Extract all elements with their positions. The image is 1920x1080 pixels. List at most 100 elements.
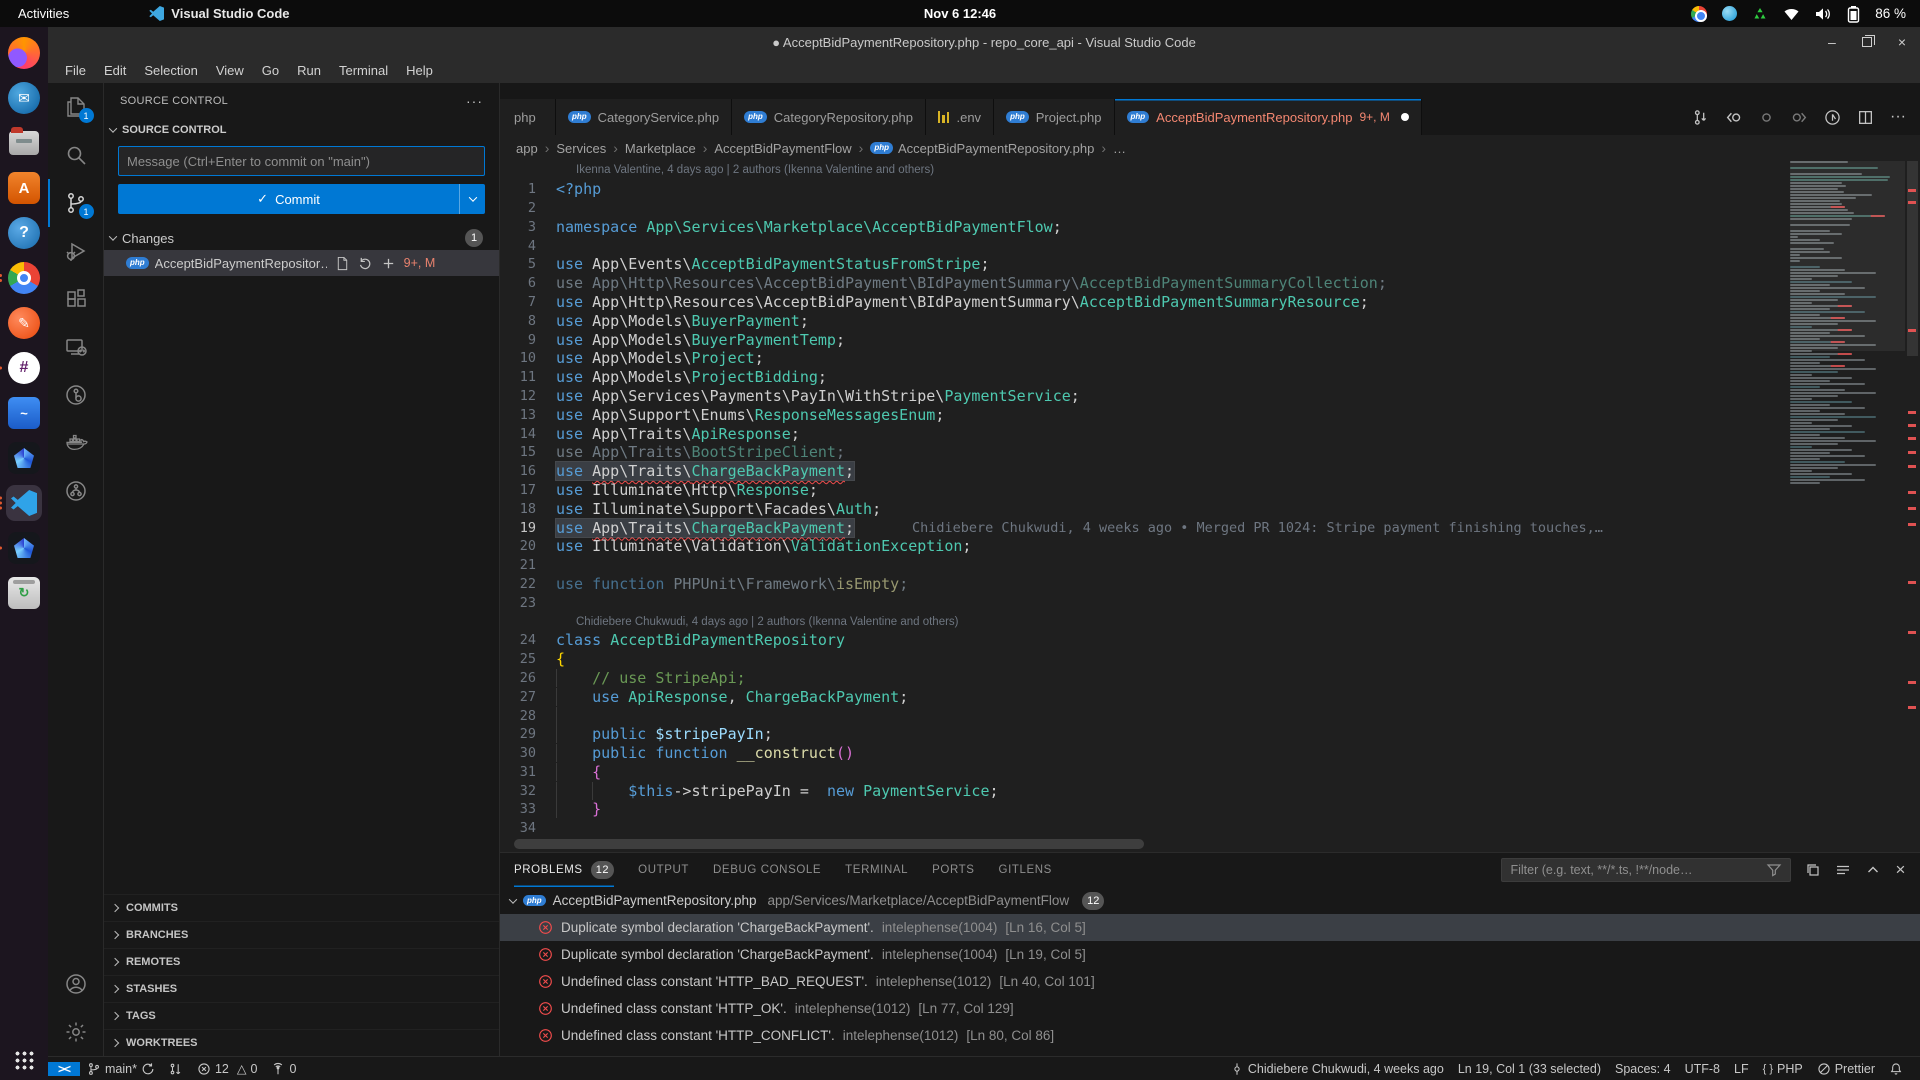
more-actions-icon[interactable]: ··· bbox=[1890, 108, 1906, 126]
panel-tab-gitlens[interactable]: GITLENS bbox=[999, 853, 1052, 887]
scm-section-worktrees[interactable]: WORKTREES bbox=[104, 1029, 499, 1056]
clock[interactable]: Nov 6 12:46 bbox=[924, 6, 996, 21]
menu-item-run[interactable]: Run bbox=[288, 60, 330, 81]
panel-tab-terminal[interactable]: TERMINAL bbox=[845, 853, 908, 887]
problem-row[interactable]: Undefined class constant 'HTTP_BAD_REQUE… bbox=[500, 968, 1920, 995]
menu-item-terminal[interactable]: Terminal bbox=[330, 60, 397, 81]
commit-button[interactable]: ✓ Commit bbox=[118, 184, 485, 214]
problem-row[interactable]: Undefined class constant 'HTTP_OK'.intel… bbox=[500, 995, 1920, 1022]
code-line-16[interactable]: 16use App\Traits\ChargeBackPayment; bbox=[500, 462, 1790, 481]
nav-back-icon[interactable] bbox=[1725, 109, 1742, 126]
code-line-21[interactable]: 21 bbox=[500, 556, 1790, 575]
code-line-34[interactable]: 34 bbox=[500, 819, 1790, 838]
ports-status-item[interactable]: 0 bbox=[264, 1062, 303, 1076]
scm-section-branches[interactable]: BRANCHES bbox=[104, 921, 499, 948]
breadcrumb-item[interactable]: … bbox=[1113, 141, 1126, 156]
code-line-23[interactable]: 23 bbox=[500, 593, 1790, 612]
code-line-32[interactable]: 32 $this->stripePayIn = new PaymentServi… bbox=[500, 781, 1790, 800]
dock-item-app-center[interactable]: A bbox=[6, 170, 42, 206]
activities-button[interactable]: Activities bbox=[0, 6, 87, 21]
breadcrumb-item[interactable]: phpAcceptBidPaymentRepository.php bbox=[870, 141, 1094, 156]
dock-item-help[interactable]: ? bbox=[6, 215, 42, 251]
code-line-26[interactable]: 26 // use StripeApi; bbox=[500, 669, 1790, 688]
activity-remote-explorer-icon[interactable] bbox=[48, 323, 104, 371]
problems-status-item[interactable]: 12 △ 0 bbox=[190, 1061, 264, 1076]
dock-item-system-monitor[interactable]: ~ bbox=[6, 395, 42, 431]
menu-item-file[interactable]: File bbox=[56, 60, 95, 81]
tab-acceptbidpaymentrepository.php[interactable]: phpAcceptBidPaymentRepository.php9+, M bbox=[1115, 99, 1422, 135]
remote-indicator[interactable]: >< bbox=[48, 1062, 80, 1076]
activity-explorer-icon[interactable]: 1 bbox=[48, 83, 104, 131]
code-line-29[interactable]: 29 public $stripePayIn; bbox=[500, 725, 1790, 744]
code-line-13[interactable]: 13use App\Support\Enums\ResponseMessages… bbox=[500, 405, 1790, 424]
problem-row[interactable]: Duplicate symbol declaration 'ChargeBack… bbox=[500, 941, 1920, 968]
dock-item-chrome[interactable] bbox=[6, 260, 42, 296]
code-line-3[interactable]: 3namespace App\Services\Marketplace\Acce… bbox=[500, 217, 1790, 236]
tab-project.php[interactable]: phpProject.php bbox=[994, 99, 1114, 135]
indentation-indicator[interactable]: Spaces: 4 bbox=[1608, 1062, 1678, 1076]
cursor-position[interactable]: Ln 19, Col 1 (33 selected) bbox=[1451, 1062, 1608, 1076]
split-editor-icon[interactable] bbox=[1857, 109, 1874, 126]
tab-categoryrepository.php[interactable]: phpCategoryRepository.php bbox=[732, 99, 926, 135]
activity-source-control-icon[interactable]: 1 bbox=[48, 179, 104, 227]
language-mode[interactable]: { } PHP bbox=[1756, 1062, 1810, 1076]
minimap[interactable] bbox=[1790, 161, 1905, 852]
code-line-2[interactable]: 2 bbox=[500, 199, 1790, 218]
open-file-icon[interactable] bbox=[335, 256, 350, 271]
code-line-12[interactable]: 12use App\Services\Payments\PayIn\WithSt… bbox=[500, 387, 1790, 406]
nav-forward-icon[interactable] bbox=[1791, 109, 1808, 126]
maximize-panel-icon[interactable] bbox=[1865, 862, 1881, 878]
view-as-list-icon[interactable] bbox=[1835, 862, 1851, 878]
code-line-10[interactable]: 10use App\Models\Project; bbox=[500, 349, 1790, 368]
dock-item-blue-app[interactable] bbox=[6, 440, 42, 476]
code-line-15[interactable]: 15use App\Traits\BootStripeClient; bbox=[500, 443, 1790, 462]
scm-section-header[interactable]: SOURCE CONTROL bbox=[104, 118, 499, 142]
tab-.env[interactable]: .env bbox=[926, 99, 994, 135]
notifications-bell[interactable] bbox=[1882, 1062, 1910, 1076]
wifi-icon[interactable] bbox=[1783, 7, 1800, 21]
show-applications-button[interactable] bbox=[14, 1050, 34, 1070]
restore-button[interactable] bbox=[1862, 37, 1872, 47]
activity-docker-icon[interactable] bbox=[48, 419, 104, 467]
problem-row[interactable] bbox=[500, 1049, 1920, 1056]
code-line-11[interactable]: 11use App\Models\ProjectBidding; bbox=[500, 368, 1790, 387]
changed-file-row[interactable]: php AcceptBidPaymentRepositor… 9+, M bbox=[104, 250, 499, 276]
code-line-22[interactable]: 22use function PHPUnit\Framework\isEmpty… bbox=[500, 575, 1790, 594]
blame-status-item[interactable]: Chidiebere Chukwudi, 4 weeks ago bbox=[1223, 1062, 1451, 1076]
activity-gitlens-icon[interactable] bbox=[48, 371, 104, 419]
code-line-25[interactable]: 25{ bbox=[500, 650, 1790, 669]
problem-row[interactable]: Undefined class constant 'HTTP_CONFLICT'… bbox=[500, 1022, 1920, 1049]
close-button[interactable]: × bbox=[1898, 35, 1906, 49]
tab-categoryservice.php[interactable]: phpCategoryService.php bbox=[556, 99, 732, 135]
code-line-14[interactable]: 14use App\Traits\ApiResponse; bbox=[500, 424, 1790, 443]
code-line-1[interactable]: 1<?php bbox=[500, 180, 1790, 199]
run-icon[interactable] bbox=[1824, 109, 1841, 126]
panel-tab-output[interactable]: OUTPUT bbox=[638, 853, 689, 887]
code-line-27[interactable]: 27 use ApiResponse, ChargeBackPayment; bbox=[500, 687, 1790, 706]
sync-icon[interactable] bbox=[141, 1062, 155, 1076]
formatter-indicator[interactable]: Prettier bbox=[1810, 1062, 1882, 1076]
activity-account-icon[interactable] bbox=[48, 960, 104, 1008]
menu-item-edit[interactable]: Edit bbox=[95, 60, 135, 81]
activity-extensions-icon[interactable] bbox=[48, 275, 104, 323]
tray-app-icon[interactable] bbox=[1722, 6, 1737, 21]
more-actions-icon[interactable]: ··· bbox=[466, 93, 483, 109]
dock-item-trash[interactable]: ↻ bbox=[6, 575, 42, 611]
activity-search-icon[interactable] bbox=[48, 131, 104, 179]
code-line-20[interactable]: 20use Illuminate\Validation\ValidationEx… bbox=[500, 537, 1790, 556]
recycle-tray-icon[interactable] bbox=[1752, 6, 1768, 22]
scm-graph-icon[interactable] bbox=[1692, 109, 1709, 126]
dock-item-thunderbird[interactable]: ✉ bbox=[6, 80, 42, 116]
breadcrumb-item[interactable]: AcceptBidPaymentFlow bbox=[714, 141, 851, 156]
panel-tab-ports[interactable]: PORTS bbox=[932, 853, 974, 887]
volume-icon[interactable] bbox=[1815, 7, 1832, 21]
code-line-4[interactable]: 4 bbox=[500, 236, 1790, 255]
activity-git-graph-icon[interactable] bbox=[48, 467, 104, 515]
changes-section-header[interactable]: Changes 1 bbox=[104, 226, 499, 250]
scm-section-tags[interactable]: TAGS bbox=[104, 1002, 499, 1029]
unsaved-dot-icon[interactable] bbox=[1401, 113, 1409, 121]
panel-tab-problems[interactable]: PROBLEMS12 bbox=[514, 853, 614, 887]
breadcrumb-item[interactable]: Services bbox=[556, 141, 606, 156]
stage-changes-icon[interactable] bbox=[381, 256, 396, 271]
commit-dropdown-button[interactable] bbox=[459, 184, 485, 214]
